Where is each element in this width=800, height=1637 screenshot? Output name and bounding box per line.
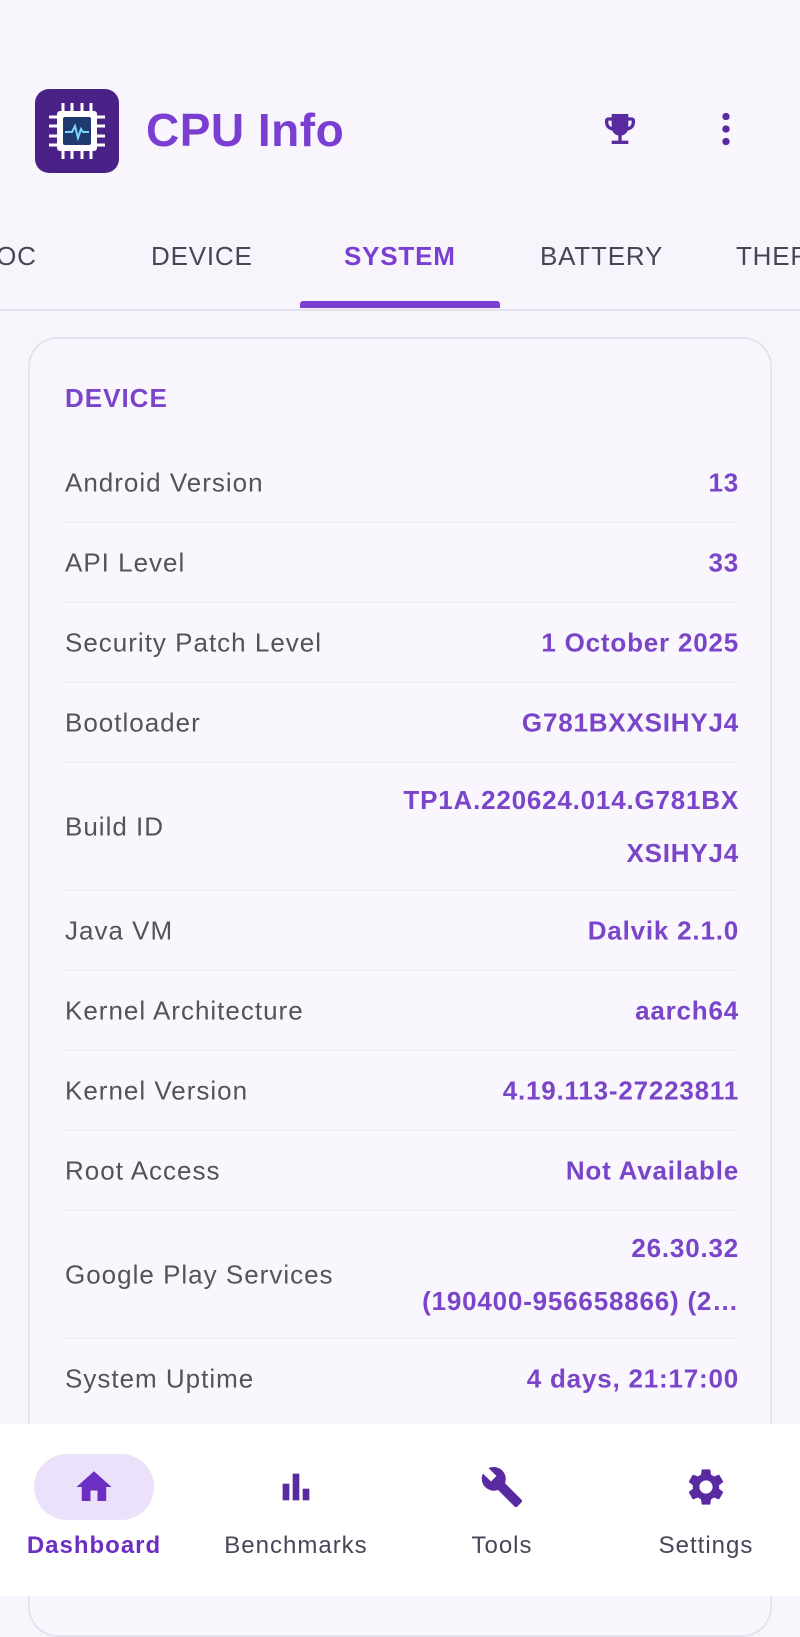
more-vert-icon[interactable] [698, 101, 754, 157]
row-label: Kernel Version [65, 1075, 249, 1105]
nav-indicator [34, 1454, 154, 1520]
info-row: Kernel Version 4.19.113-27223811 [65, 1051, 739, 1131]
bottom-navigation: Dashboard Benchmarks Tools Settings [0, 1424, 800, 1596]
row-value: TP1A.220624.014.G781BXXSIHYJ4 [403, 784, 739, 868]
tab-system[interactable]: SYSTEM [344, 241, 456, 272]
section-title: DEVICE [65, 383, 168, 413]
row-label: Google Play Services [65, 1259, 334, 1289]
trophy-icon[interactable] [592, 101, 648, 157]
tab-battery[interactable]: BATTERY [540, 241, 663, 272]
row-label: Bootloader [65, 707, 201, 737]
info-row: Security Patch Level 1 October 2025 [65, 603, 739, 683]
tab-thermal[interactable]: THERMAL [736, 241, 800, 272]
row-value: Dalvik 2.1.0 [587, 915, 739, 945]
row-value: 4.19.113-27223811 [502, 1075, 739, 1105]
tab-soc[interactable]: SOC [0, 241, 37, 272]
row-label: Java VM [65, 915, 174, 945]
gear-icon [688, 1469, 724, 1505]
info-row: Java VM Dalvik 2.1.0 [65, 891, 739, 971]
row-label: Build ID [65, 811, 165, 841]
info-row: Bootloader G781BXXSIHYJ4 [65, 683, 739, 763]
nav-label: Tools [471, 1532, 533, 1559]
nav-dashboard[interactable]: Dashboard [0, 1454, 194, 1560]
row-value: 4 days, 21:17:00 [526, 1363, 739, 1394]
info-row: API Level 33 [65, 523, 739, 603]
app-bar: CPU Info [0, 0, 800, 205]
nav-label: Settings [658, 1532, 754, 1559]
cpu-chip-icon [35, 89, 119, 173]
tab-device[interactable]: DEVICE [151, 241, 253, 272]
nav-label: Dashboard [26, 1532, 162, 1559]
info-row: Kernel Architecture aarch64 [65, 971, 739, 1051]
nav-benchmarks[interactable]: Benchmarks [196, 1454, 396, 1560]
row-label: API Level [65, 547, 186, 577]
row-value: Not Available [565, 1155, 739, 1185]
row-label: Root Access [65, 1155, 221, 1185]
row-label: System Uptime [65, 1363, 255, 1394]
row-value-line: 26.30.32 [631, 1232, 739, 1263]
row-value-line: (190400-956658866) (2… [422, 1285, 739, 1316]
row-value: 1 October 2025 [541, 627, 739, 657]
nav-tools[interactable]: Tools [402, 1454, 602, 1560]
home-icon [76, 1471, 112, 1501]
nav-settings[interactable]: Settings [606, 1454, 800, 1560]
row-value: 13 [708, 467, 739, 497]
row-value: 33 [708, 547, 739, 577]
info-row: Build ID TP1A.220624.014.G781BXXSIHYJ4 [65, 763, 739, 891]
nav-label: Benchmarks [224, 1532, 368, 1559]
row-label: Security Patch Level [65, 627, 323, 657]
info-row: Root Access Not Available [65, 1131, 739, 1211]
app-title: CPU Info [146, 104, 345, 156]
tab-bar: SOC DEVICE SYSTEM BATTERY THERMAL [0, 205, 800, 311]
info-row: System Uptime 4 days, 21:17:00 [65, 1339, 739, 1419]
row-value: aarch64 [635, 995, 739, 1025]
info-row: Google Play Services 26.30.32 (190400-95… [65, 1211, 739, 1339]
info-row: Android Version 13 [65, 443, 739, 523]
tab-indicator [300, 301, 500, 308]
row-label: Android Version [65, 467, 264, 497]
row-label: Kernel Architecture [65, 995, 304, 1025]
row-value: 26.30.32 (190400-956658866) (2… [389, 1222, 739, 1328]
row-value: G781BXXSIHYJ4 [521, 707, 739, 737]
bar-chart-icon [282, 1473, 310, 1501]
wrench-icon [481, 1467, 523, 1508]
